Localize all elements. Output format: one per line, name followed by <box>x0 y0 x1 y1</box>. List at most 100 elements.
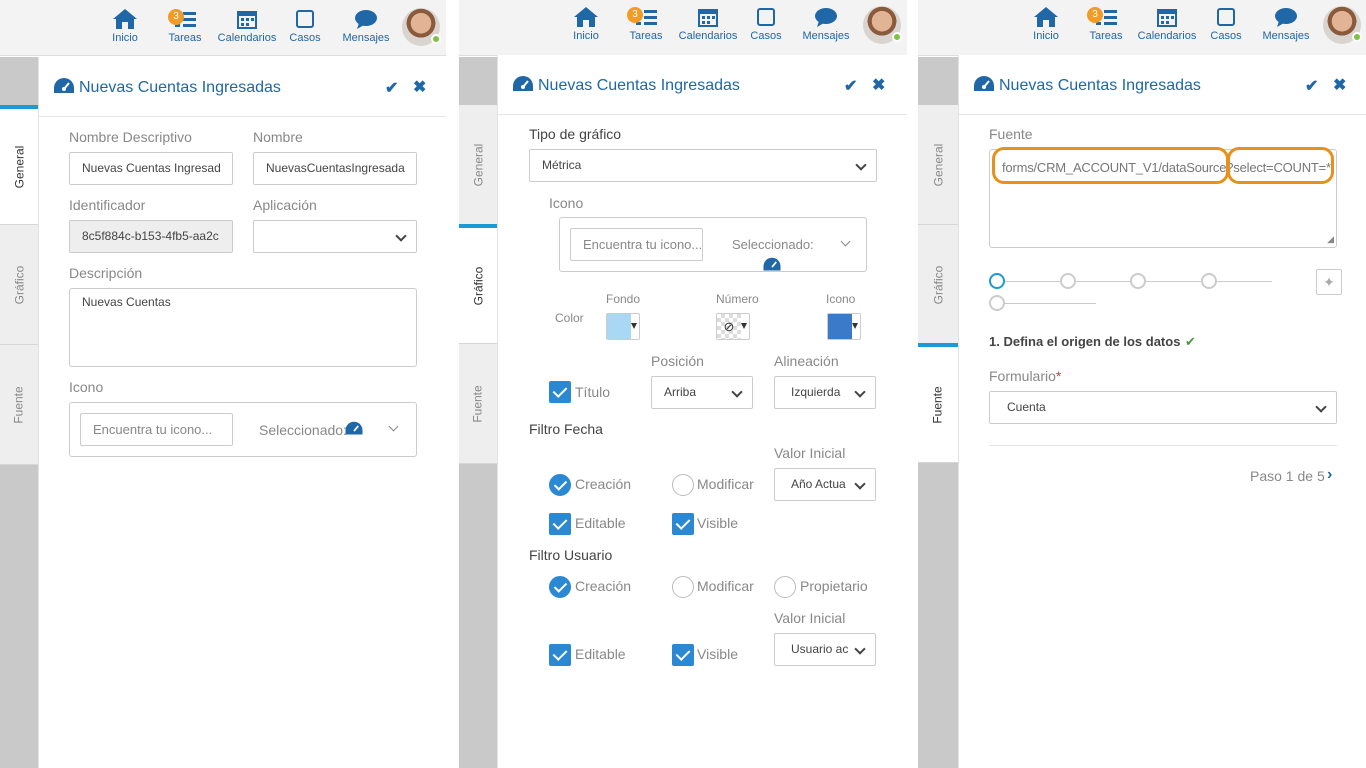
nav-calendarios[interactable]: Calendarios <box>216 8 278 44</box>
tab-fuente[interactable]: Fuente <box>0 345 38 465</box>
color-label: Color <box>555 311 584 325</box>
dialog-title: Nuevas Cuentas Ingresadas <box>538 77 740 94</box>
tab-general[interactable]: General <box>0 109 38 225</box>
dialog-title: Nuevas Cuentas Ingresadas <box>79 79 281 96</box>
chevron-down-icon[interactable] <box>840 236 851 247</box>
alineacion-select[interactable]: Izquierda <box>774 376 876 409</box>
usuario-visible-label: Visible <box>697 646 738 662</box>
nombre-input[interactable]: NuevasCuentasIngresada <box>253 152 417 185</box>
close-icon[interactable]: ✖ <box>1333 75 1346 95</box>
tab-fuente[interactable]: Fuente <box>459 344 497 464</box>
online-status-dot <box>892 32 902 42</box>
step-4[interactable] <box>1201 273 1217 289</box>
highlight-select <box>1227 147 1334 184</box>
tipo-grafico-select[interactable]: Métrica <box>529 149 877 182</box>
tab-grafico[interactable]: Gráfico <box>0 225 38 345</box>
confirm-check-icon[interactable]: ✔ <box>385 78 398 98</box>
close-icon[interactable]: ✖ <box>872 75 885 95</box>
step-title: 1. Defina el origen de los datos <box>989 334 1181 349</box>
nav-tareas[interactable]: 3 Tareas <box>167 8 203 44</box>
seleccionado-label: Seleccionado: <box>259 422 347 438</box>
tab-fuente-label: Fuente <box>470 384 485 423</box>
nav-inicio-label: Inicio <box>573 30 599 42</box>
nombre-label: Nombre <box>253 129 303 145</box>
usuario-editable-checkbox[interactable] <box>549 644 571 666</box>
nav-casos-label: Casos <box>750 30 782 42</box>
fecha-editable-checkbox[interactable] <box>549 513 571 535</box>
calendar-icon <box>1136 6 1198 28</box>
nav-calendarios-label: Calendarios <box>678 30 738 42</box>
tab-general[interactable]: General <box>918 105 958 225</box>
magic-wand-icon[interactable]: ✦ <box>1316 269 1342 295</box>
nombre-descriptivo-input[interactable]: Nuevas Cuentas Ingresad <box>69 152 233 185</box>
confirm-check-icon[interactable]: ✔ <box>1305 76 1318 96</box>
step-3[interactable] <box>1130 273 1146 289</box>
descripcion-textarea[interactable]: Nuevas Cuentas <box>69 288 417 367</box>
tab-fuente[interactable]: Fuente <box>918 347 958 463</box>
selected-gauge-icon <box>344 420 364 440</box>
nav-calendarios[interactable]: Calendarios <box>677 6 739 42</box>
tipo-grafico-label: Tipo de gráfico <box>529 126 622 142</box>
nav-inicio[interactable]: Inicio <box>1031 6 1061 42</box>
usuario-modificar-radio[interactable] <box>672 576 694 598</box>
icon-picker: Encuentra tu icono... Seleccionado: <box>69 402 417 457</box>
confirm-check-icon[interactable]: ✔ <box>844 76 857 96</box>
icono-label: Icono <box>69 379 104 395</box>
numero-color-picker[interactable]: ⊘ <box>716 313 750 340</box>
fecha-creacion-radio[interactable] <box>549 474 571 496</box>
usuario-propietario-radio[interactable] <box>774 576 796 598</box>
fondo-swatch <box>607 314 631 339</box>
posicion-select[interactable]: Arriba <box>651 376 753 409</box>
nav-mensajes[interactable]: Mensajes <box>340 8 392 44</box>
titulo-checkbox[interactable] <box>549 381 571 403</box>
tab-grafico[interactable]: Gráfico <box>459 228 497 344</box>
nav-tareas[interactable]: 3 Tareas <box>627 6 664 42</box>
nombre-descriptivo-label: Nombre Descriptivo <box>69 129 192 145</box>
top-navbar: Inicio 3 Tareas Calendarios Casos Mensaj… <box>918 0 1366 56</box>
cases-icon <box>1209 6 1243 28</box>
resize-handle-icon[interactable]: ◢ <box>1327 234 1334 245</box>
sidebar-tabs: General Gráfico Fuente <box>918 57 958 768</box>
step-2[interactable] <box>1060 273 1076 289</box>
chevron-down-icon[interactable] <box>388 421 399 432</box>
nav-casos[interactable]: Casos <box>288 8 322 44</box>
tab-general-label: General <box>931 143 946 186</box>
usuario-visible-checkbox[interactable] <box>672 644 694 666</box>
divider <box>907 0 918 768</box>
tab-general[interactable]: General <box>459 105 497 225</box>
step-1[interactable] <box>989 273 1005 289</box>
fecha-modificar-radio[interactable] <box>672 474 694 496</box>
dialog-title: Nuevas Cuentas Ingresadas <box>999 77 1201 94</box>
fecha-visible-checkbox[interactable] <box>672 513 694 535</box>
dashboard-gauge-icon <box>53 76 75 99</box>
icon-search-input[interactable]: Encuentra tu icono... <box>80 413 233 446</box>
tab-grafico[interactable]: Gráfico <box>918 225 958 345</box>
stepper-line <box>1004 303 1096 304</box>
nav-casos[interactable]: Casos <box>1209 6 1243 42</box>
fuente-label: Fuente <box>989 126 1033 142</box>
fondo-color-picker[interactable] <box>606 313 640 340</box>
posicion-label: Posición <box>651 353 704 369</box>
step-5[interactable] <box>989 295 1005 311</box>
nav-casos[interactable]: Casos <box>749 6 783 42</box>
nav-inicio[interactable]: Inicio <box>110 8 140 44</box>
descripcion-label: Descripción <box>69 265 143 281</box>
formulario-select[interactable]: Cuenta <box>989 391 1337 424</box>
icono-color-picker[interactable] <box>827 313 861 340</box>
titulo-label: Título <box>575 384 611 400</box>
aplicacion-select[interactable] <box>253 220 417 253</box>
close-icon[interactable]: ✖ <box>413 77 426 97</box>
nav-mensajes[interactable]: Mensajes <box>800 6 852 42</box>
nav-calendarios[interactable]: Calendarios <box>1136 6 1198 42</box>
usuario-valor-inicial-select[interactable]: Usuario ac <box>774 633 876 666</box>
nav-inicio[interactable]: Inicio <box>571 6 601 42</box>
nav-mensajes[interactable]: Mensajes <box>1260 6 1312 42</box>
nav-tareas[interactable]: 3 Tareas <box>1087 6 1124 42</box>
filtro-usuario-label: Filtro Usuario <box>529 547 613 563</box>
icono-swatch <box>828 314 852 339</box>
next-step-chevron-icon[interactable]: › <box>1327 466 1332 484</box>
usuario-creacion-radio[interactable] <box>549 576 571 598</box>
icon-search-input[interactable]: Encuentra tu icono... <box>570 228 703 261</box>
fecha-valor-inicial-select[interactable]: Año Actua <box>774 468 876 501</box>
nav-calendarios-label: Calendarios <box>217 32 277 44</box>
